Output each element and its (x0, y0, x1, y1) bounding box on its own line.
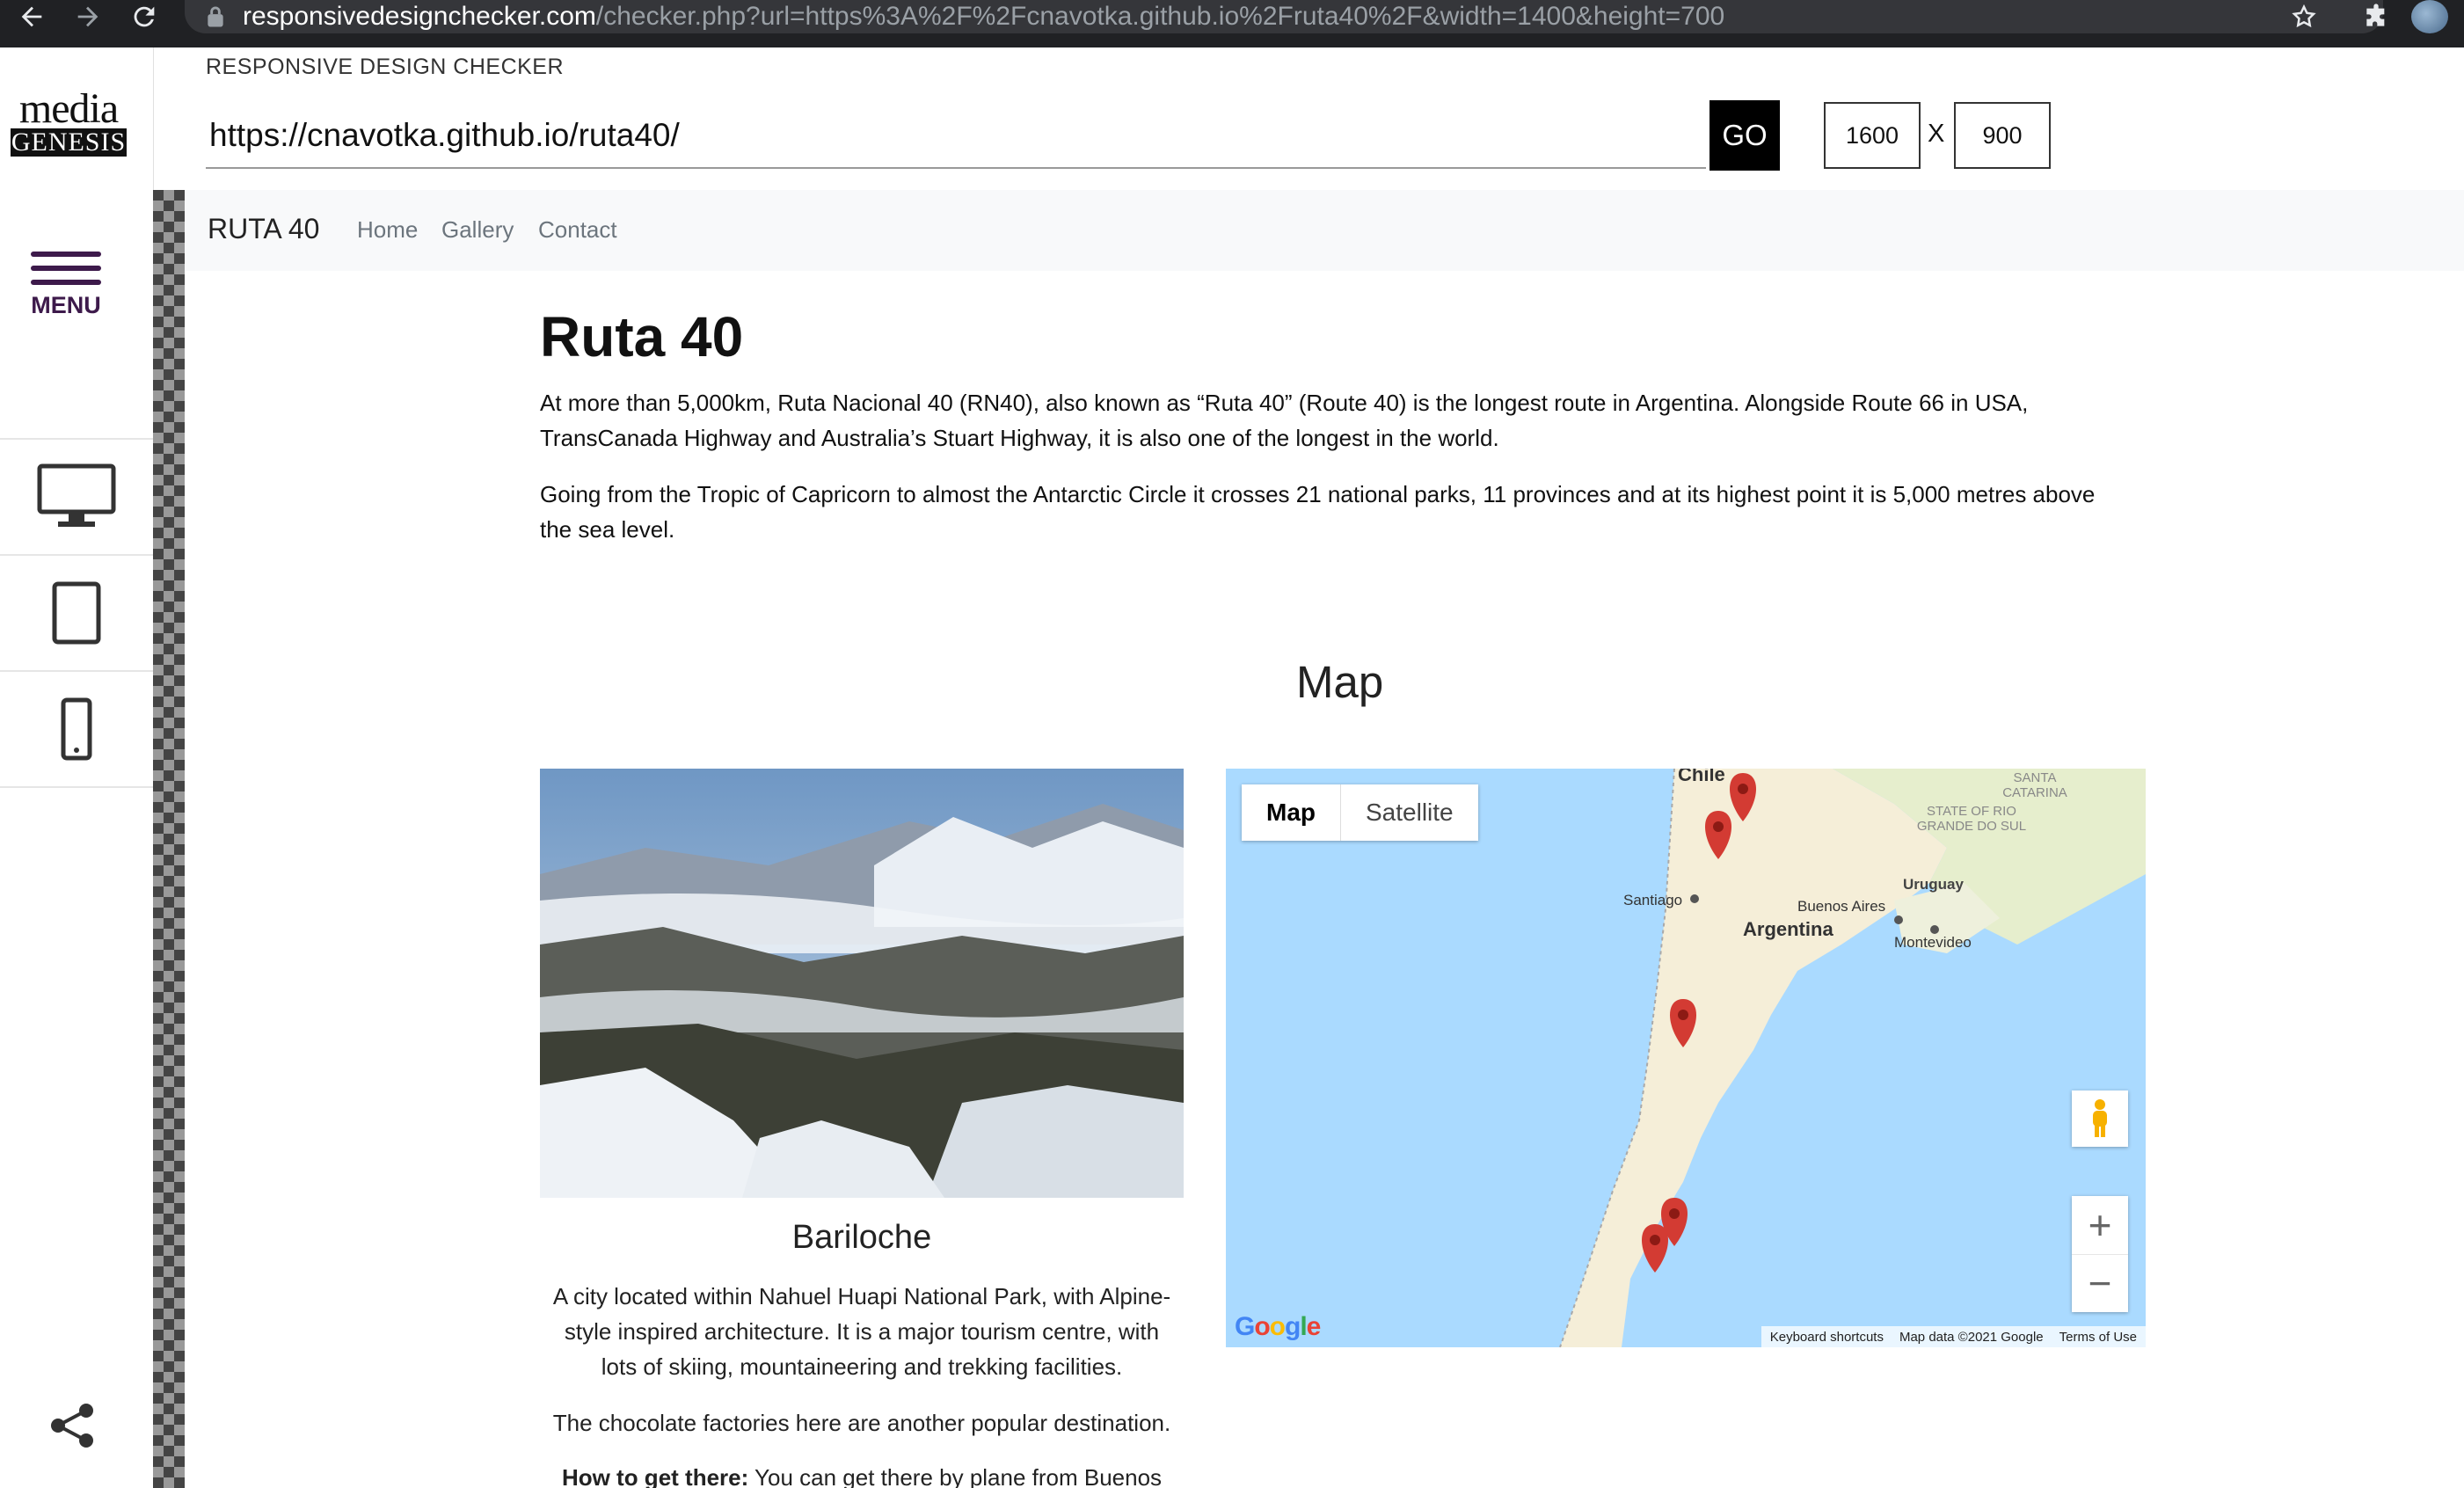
intro-paragraph-2: Going from the Tropic of Capricorn to al… (540, 477, 2123, 547)
zoom-in-button[interactable]: + (2072, 1196, 2128, 1255)
card-line: style inspired architecture. It is a maj… (564, 1318, 1160, 1345)
google-map[interactable]: Map Satellite Chile SANTA CATARINA STATE… (1226, 769, 2146, 1347)
reload-icon[interactable] (125, 0, 164, 33)
map-data-credit: Map data ©2021 Google (1899, 1329, 2044, 1345)
phone-view-button[interactable] (0, 670, 153, 788)
height-input[interactable]: 900 (1954, 102, 2051, 169)
desktop-icon (37, 463, 116, 527)
lock-icon (208, 6, 223, 27)
keyboard-shortcuts-link[interactable]: Keyboard shortcuts (1770, 1330, 1884, 1345)
howto-text: You can get there by plane from Buenos (748, 1464, 1163, 1488)
page-title: RESPONSIVE DESIGN CHECKER (206, 55, 565, 79)
terms-of-use-link[interactable]: Terms of Use (2059, 1330, 2137, 1345)
tablet-icon (52, 581, 101, 645)
dimension-separator: X (1928, 120, 1945, 148)
desktop-view-button[interactable] (0, 438, 153, 554)
go-button[interactable]: GO (1709, 100, 1780, 171)
map-label-chile: Chile (1678, 769, 1725, 785)
map-label-uruguay: Uruguay (1903, 876, 1964, 893)
intro-line: Going from the Tropic of Capricorn to al… (540, 481, 2096, 507)
card-line: lots of skiing, mountaineering and trekk… (601, 1353, 1123, 1380)
site-navbar: RUTA 40 Home Gallery Contact (185, 190, 2464, 271)
intro-line: At more than 5,000km, Ruta Nacional 40 (… (540, 390, 2029, 416)
card-description: A city located within Nahuel Huapi Natio… (540, 1279, 1184, 1384)
share-icon[interactable] (49, 1402, 97, 1449)
address-bar[interactable]: responsivedesignchecker.com/checker.php?… (185, 0, 2383, 33)
zoom-out-button[interactable]: − (2072, 1255, 2128, 1313)
bariloche-photo (540, 769, 1184, 1198)
howto-label: How to get there: (561, 1464, 749, 1488)
map-heading: Map (1296, 657, 1384, 707)
logo-bottom-text: GENESIS (11, 128, 127, 157)
nav-contact[interactable]: Contact (538, 216, 617, 244)
phone-icon (61, 697, 92, 761)
url-host: responsivedesignchecker.com (243, 2, 596, 31)
card-title: Bariloche (791, 1219, 932, 1256)
map-tab-map[interactable]: Map (1242, 784, 1341, 841)
google-logo: Google (1235, 1312, 1321, 1341)
map-tab-satellite[interactable]: Satellite (1341, 784, 1478, 841)
intro-line: TransCanada Highway and Australia’s Stua… (540, 425, 1499, 451)
map-label-buenos-aires: Buenos Aires (1797, 898, 1886, 915)
star-icon[interactable] (2285, 0, 2323, 33)
map-label-montevideo: Montevideo (1894, 934, 1972, 951)
card-secondary-text: The chocolate factories here are another… (552, 1410, 1171, 1436)
zoom-control: + − (2072, 1196, 2128, 1312)
logo-top-text: media (18, 85, 119, 132)
map-label-santiago: Santiago (1623, 892, 1683, 908)
back-arrow-icon[interactable] (12, 0, 51, 33)
site-preview-frame: RUTA 40 Home Gallery Contact Ruta 40 At … (185, 190, 2464, 1488)
profile-avatar[interactable] (2411, 0, 2448, 33)
menu-button[interactable]: MENU (26, 252, 106, 319)
map-marker-icon[interactable] (1642, 1224, 1668, 1273)
map-label-argentina: Argentina (1743, 918, 1833, 940)
map-attribution: Keyboard shortcuts Map data ©2021 Google… (1761, 1326, 2146, 1347)
site-title: Ruta 40 (540, 305, 744, 368)
intro-line: the sea level. (540, 516, 675, 543)
sidebar: media GENESIS MENU (0, 47, 154, 1488)
url-path: /checker.php?url=https%3A%2F%2Fcnavotka.… (595, 2, 1725, 31)
site-brand[interactable]: RUTA 40 (208, 213, 319, 245)
map-label-rio-grande: STATE OF RIO GRANDE DO SUL (1916, 804, 2027, 834)
browser-toolbar: responsivedesignchecker.com/checker.php?… (0, 0, 2464, 47)
puzzle-icon[interactable] (2357, 0, 2395, 33)
width-input[interactable]: 1600 (1824, 102, 1921, 169)
card-howto: How to get there: You can get there by p… (540, 1460, 1184, 1488)
map-type-control: Map Satellite (1242, 784, 1478, 841)
map-label-santa-catarina: SANTA CATARINA (2002, 770, 2067, 800)
forward-arrow-icon[interactable] (69, 0, 107, 33)
nav-home[interactable]: Home (357, 216, 418, 244)
menu-label: MENU (31, 292, 101, 318)
pegman-icon[interactable] (2072, 1090, 2128, 1147)
url-input[interactable]: https://cnavotka.github.io/ruta40/ (206, 100, 1706, 169)
hamburger-icon (26, 252, 106, 285)
media-genesis-logo[interactable]: media GENESIS (11, 85, 127, 157)
tablet-view-button[interactable] (0, 554, 153, 670)
intro-paragraph-1: At more than 5,000km, Ruta Nacional 40 (… (540, 385, 2123, 456)
resize-checker-strip (153, 190, 185, 1488)
nav-gallery[interactable]: Gallery (441, 216, 514, 244)
card-line: A city located within Nahuel Huapi Natio… (552, 1283, 1171, 1309)
